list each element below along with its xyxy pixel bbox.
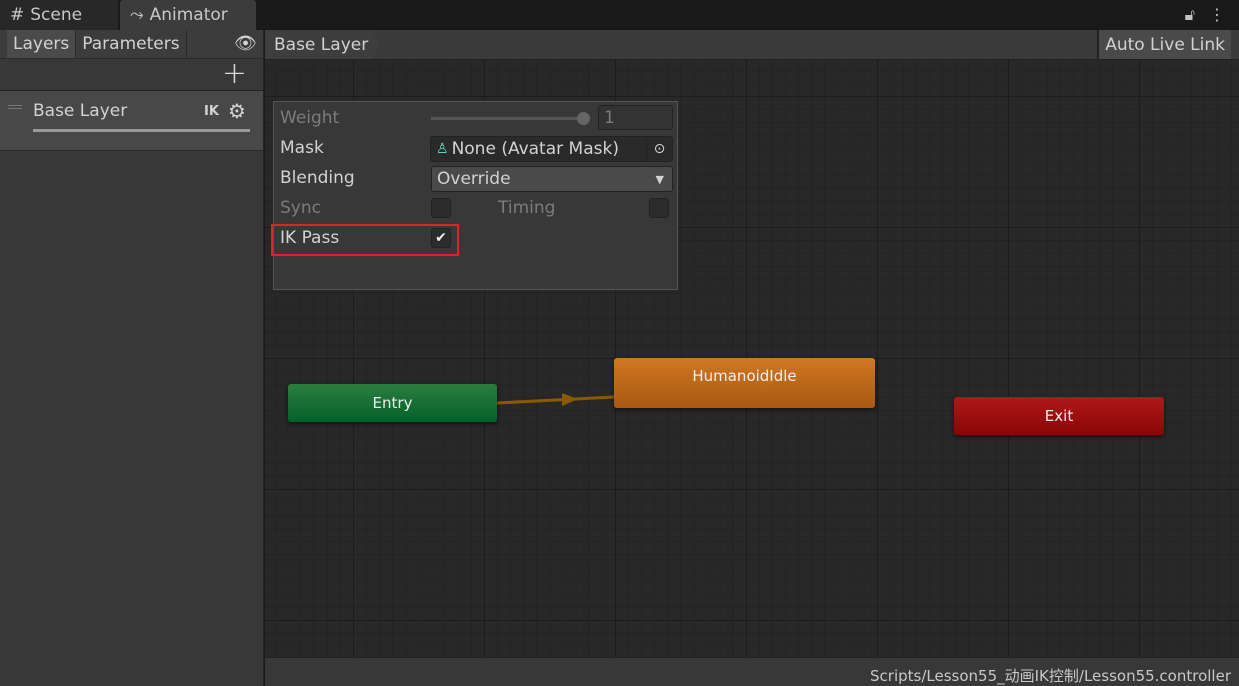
avatar-mask-icon: ♙: [436, 141, 449, 157]
grid-hash-icon: #: [10, 5, 25, 25]
auto-live-link-button[interactable]: Auto Live Link: [1097, 30, 1231, 59]
weight-slider[interactable]: [431, 117, 581, 120]
exit-node[interactable]: Exit: [954, 397, 1164, 435]
tab-label: Scene: [30, 5, 83, 25]
timing-checkbox[interactable]: [649, 198, 669, 218]
eye-icon[interactable]: 👁︎: [234, 33, 257, 54]
highlight-box: [271, 224, 459, 256]
dropdown-arrow-icon: ▼: [655, 172, 664, 186]
entry-node[interactable]: Entry: [288, 384, 497, 422]
status-bar-path: Scripts/Lesson55_动画IK控制/Lesson55.control…: [265, 657, 1239, 686]
tab-label: Animator: [149, 5, 228, 25]
lock-icon[interactable]: 🔓︎: [1185, 5, 1195, 25]
gear-icon[interactable]: ⚙: [228, 99, 246, 123]
sync-checkbox[interactable]: [431, 198, 451, 218]
breadcrumb-base-layer[interactable]: Base Layer: [265, 30, 381, 59]
sync-label: Sync: [280, 198, 321, 218]
drag-handle-icon[interactable]: [8, 105, 22, 109]
object-picker-icon[interactable]: ⊙: [646, 137, 672, 161]
layers-panel: Layers Parameters 👁︎ + Base Layer IK ⚙: [0, 30, 264, 686]
weight-slider-handle[interactable]: [577, 112, 590, 125]
layer-settings-popup: Weight 1 Mask ♙ None (Avatar Mask) ⊙ Ble…: [271, 101, 678, 290]
breadcrumb-bar: Base Layer Auto Live Link: [265, 30, 1239, 60]
layer-name: Base Layer: [33, 101, 128, 121]
weight-label: Weight: [280, 108, 340, 128]
mask-label: Mask: [280, 138, 324, 158]
weight-input[interactable]: 1: [598, 105, 673, 130]
ik-badge: IK: [204, 104, 219, 119]
blending-label: Blending: [280, 168, 355, 188]
add-layer-button[interactable]: +: [222, 57, 247, 91]
kebab-menu-icon[interactable]: ⋮: [1209, 5, 1225, 25]
mask-value: None (Avatar Mask): [451, 139, 619, 159]
state-node-humanoididle[interactable]: HumanoidIdle: [614, 358, 875, 408]
animator-branch-icon: ⤳: [130, 5, 144, 25]
blending-dropdown[interactable]: Override ▼: [431, 166, 673, 192]
tab-layers[interactable]: Layers: [7, 30, 77, 58]
layer-weight-bar: [33, 129, 250, 132]
blending-value: Override: [437, 169, 511, 189]
tab-scene[interactable]: # Scene: [0, 0, 118, 30]
timing-label: Timing: [498, 198, 556, 218]
layer-item-base-layer[interactable]: Base Layer IK ⚙: [0, 91, 263, 151]
tab-animator[interactable]: ⤳ Animator: [120, 0, 256, 30]
tab-parameters[interactable]: Parameters: [76, 30, 187, 58]
window-tab-bar: # Scene ⤳ Animator 🔓︎ ⋮: [0, 0, 1239, 30]
mask-field[interactable]: ♙ None (Avatar Mask) ⊙: [430, 136, 673, 162]
